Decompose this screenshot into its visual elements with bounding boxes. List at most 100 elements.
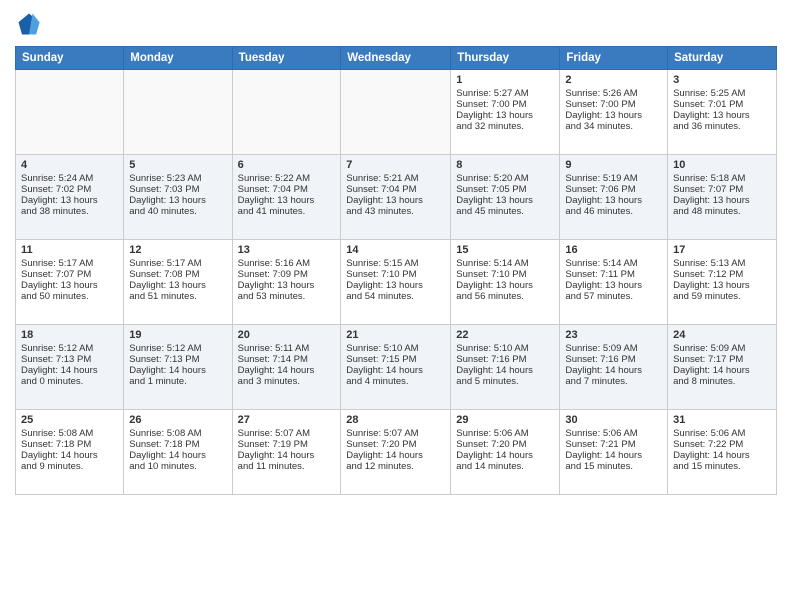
day-number: 23 — [565, 329, 662, 341]
weekday-sunday: Sunday — [16, 47, 124, 70]
day-info-line: and 4 minutes. — [346, 376, 445, 387]
day-info-line: Sunset: 7:19 PM — [238, 439, 336, 450]
day-info-line: Sunrise: 5:15 AM — [346, 258, 445, 269]
day-info-line: and 41 minutes. — [238, 206, 336, 217]
day-info-line: Sunset: 7:18 PM — [129, 439, 226, 450]
day-cell-3: 3Sunrise: 5:25 AMSunset: 7:01 PMDaylight… — [668, 70, 777, 155]
day-info-line: Sunset: 7:20 PM — [346, 439, 445, 450]
day-info-line: Sunset: 7:09 PM — [238, 269, 336, 280]
day-cell-2: 2Sunrise: 5:26 AMSunset: 7:00 PMDaylight… — [560, 70, 668, 155]
day-number: 28 — [346, 414, 445, 426]
header — [15, 10, 777, 38]
day-info-line: Sunset: 7:17 PM — [673, 354, 771, 365]
day-info-line: and 10 minutes. — [129, 461, 226, 472]
week-row-5: 25Sunrise: 5:08 AMSunset: 7:18 PMDayligh… — [16, 410, 777, 495]
day-info-line: Daylight: 14 hours — [129, 365, 226, 376]
day-number: 9 — [565, 159, 662, 171]
day-info-line: and 38 minutes. — [21, 206, 118, 217]
day-info-line: Sunset: 7:20 PM — [456, 439, 554, 450]
day-info-line: Sunset: 7:18 PM — [21, 439, 118, 450]
day-number: 14 — [346, 244, 445, 256]
day-info-line: Sunrise: 5:25 AM — [673, 88, 771, 99]
day-info-line: Daylight: 13 hours — [21, 195, 118, 206]
day-cell-13: 13Sunrise: 5:16 AMSunset: 7:09 PMDayligh… — [232, 240, 341, 325]
day-info-line: and 12 minutes. — [346, 461, 445, 472]
day-info-line: Sunrise: 5:12 AM — [129, 343, 226, 354]
day-cell-26: 26Sunrise: 5:08 AMSunset: 7:18 PMDayligh… — [124, 410, 232, 495]
logo-icon — [15, 10, 43, 38]
day-info-line: Sunrise: 5:06 AM — [673, 428, 771, 439]
day-number: 24 — [673, 329, 771, 341]
day-info-line: Sunset: 7:08 PM — [129, 269, 226, 280]
day-info-line: Sunrise: 5:23 AM — [129, 173, 226, 184]
day-cell-4: 4Sunrise: 5:24 AMSunset: 7:02 PMDaylight… — [16, 155, 124, 240]
day-info-line: and 45 minutes. — [456, 206, 554, 217]
day-info-line: Sunrise: 5:10 AM — [346, 343, 445, 354]
day-cell-12: 12 Sunrise: 5:17 AMSunset: 7:08 PMDayligh… — [124, 240, 232, 325]
day-number: 10 — [673, 159, 771, 171]
day-cell-11: 11Sunrise: 5:17 AMSunset: 7:07 PMDayligh… — [16, 240, 124, 325]
day-info-line: and 59 minutes. — [673, 291, 771, 302]
day-info-line: Sunrise: 5:20 AM — [456, 173, 554, 184]
day-cell-5: 5Sunrise: 5:23 AMSunset: 7:03 PMDaylight… — [124, 155, 232, 240]
day-info-line: and 32 minutes. — [456, 121, 554, 132]
day-info-line: Sunrise: 5:19 AM — [565, 173, 662, 184]
day-cell-19: 19Sunrise: 5:12 AMSunset: 7:13 PMDayligh… — [124, 325, 232, 410]
day-info-line: and 11 minutes. — [238, 461, 336, 472]
day-info-line: Daylight: 13 hours — [238, 195, 336, 206]
day-number: 30 — [565, 414, 662, 426]
day-info-line: Daylight: 14 hours — [346, 450, 445, 461]
day-info-line: and 15 minutes. — [565, 461, 662, 472]
day-info-line: Sunrise: 5:08 AM — [129, 428, 226, 439]
day-info-line: Daylight: 13 hours — [565, 110, 662, 121]
day-info-line: and 56 minutes. — [456, 291, 554, 302]
day-info-line: Daylight: 13 hours — [456, 280, 554, 291]
day-info-line: Daylight: 14 hours — [673, 365, 771, 376]
day-info-line: Daylight: 13 hours — [238, 280, 336, 291]
weekday-saturday: Saturday — [668, 47, 777, 70]
day-info-line: Sunrise: 5:17 AM — [129, 258, 226, 269]
day-info-line: and 5 minutes. — [456, 376, 554, 387]
weekday-tuesday: Tuesday — [232, 47, 341, 70]
day-number: 12 — [129, 244, 226, 256]
day-number: 31 — [673, 414, 771, 426]
day-info-line: Sunset: 7:21 PM — [565, 439, 662, 450]
day-info-line: Daylight: 13 hours — [673, 110, 771, 121]
day-info-line: Sunset: 7:14 PM — [238, 354, 336, 365]
day-number: 7 — [346, 159, 445, 171]
day-info-line: Sunrise: 5:06 AM — [565, 428, 662, 439]
day-info-line: Daylight: 14 hours — [456, 365, 554, 376]
weekday-monday: Monday — [124, 47, 232, 70]
day-info-line: and 50 minutes. — [21, 291, 118, 302]
day-cell-18: 18Sunrise: 5:12 AMSunset: 7:13 PMDayligh… — [16, 325, 124, 410]
day-info-line: Daylight: 13 hours — [129, 280, 226, 291]
day-info-line: Sunset: 7:16 PM — [565, 354, 662, 365]
day-info-line: Sunrise: 5:14 AM — [456, 258, 554, 269]
logo — [15, 10, 47, 38]
day-cell-27: 27Sunrise: 5:07 AMSunset: 7:19 PMDayligh… — [232, 410, 341, 495]
day-info-line: Daylight: 13 hours — [129, 195, 226, 206]
day-info-line: and 34 minutes. — [565, 121, 662, 132]
day-info-line: Sunset: 7:16 PM — [456, 354, 554, 365]
day-info-line: Sunrise: 5:21 AM — [346, 173, 445, 184]
day-info-line: Sunset: 7:12 PM — [673, 269, 771, 280]
day-info-line: Sunset: 7:13 PM — [129, 354, 226, 365]
day-cell-10: 10Sunrise: 5:18 AMSunset: 7:07 PMDayligh… — [668, 155, 777, 240]
day-cell-31: 31Sunrise: 5:06 AMSunset: 7:22 PMDayligh… — [668, 410, 777, 495]
day-cell-24: 24Sunrise: 5:09 AMSunset: 7:17 PMDayligh… — [668, 325, 777, 410]
day-number: 1 — [456, 74, 554, 86]
day-info-line: and 51 minutes. — [129, 291, 226, 302]
day-info-line: and 9 minutes. — [21, 461, 118, 472]
day-info-line: Daylight: 14 hours — [346, 365, 445, 376]
day-info-line: and 48 minutes. — [673, 206, 771, 217]
day-cell-23: 23Sunrise: 5:09 AMSunset: 7:16 PMDayligh… — [560, 325, 668, 410]
empty-cell — [232, 70, 341, 155]
day-info-line: and 57 minutes. — [565, 291, 662, 302]
day-info-line: Daylight: 13 hours — [346, 195, 445, 206]
day-info-line: Sunset: 7:02 PM — [21, 184, 118, 195]
day-cell-16: 16Sunrise: 5:14 AMSunset: 7:11 PMDayligh… — [560, 240, 668, 325]
day-info-line: Daylight: 14 hours — [21, 365, 118, 376]
weekday-wednesday: Wednesday — [341, 47, 451, 70]
day-info-line: Sunrise: 5:27 AM — [456, 88, 554, 99]
day-info-line: Sunset: 7:06 PM — [565, 184, 662, 195]
